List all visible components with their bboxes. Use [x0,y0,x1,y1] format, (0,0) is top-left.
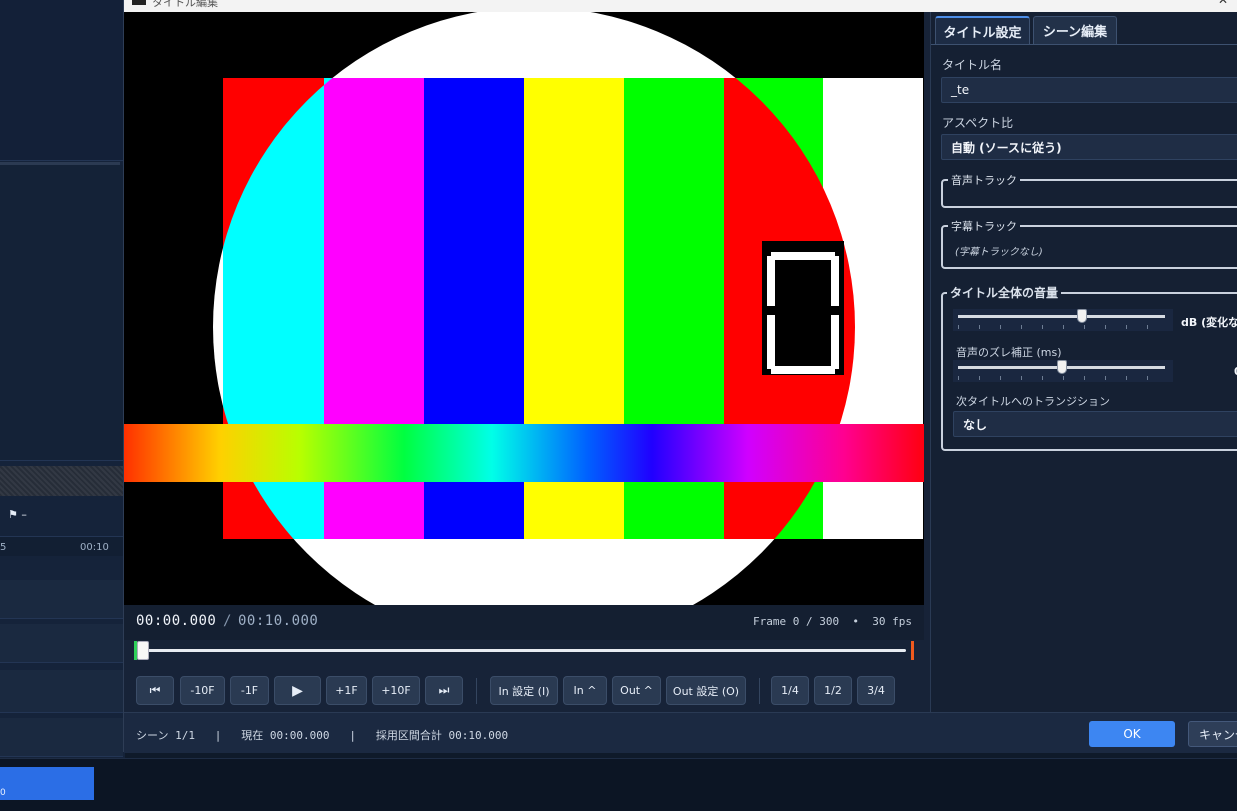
minus-10-frames-button[interactable]: -10F [180,676,225,705]
background-app: ⚑ – 5 00:10 [0,0,125,810]
transition-label: 次タイトルへのトランジション [956,395,1110,408]
seek-track[interactable] [140,649,906,652]
bg-panel [0,0,123,161]
dialog-titlebar[interactable]: タイトル編集 ✕ [124,0,1237,12]
transition-value: なし [963,417,988,432]
bg-timeline-clip[interactable]: 0 [0,767,94,800]
time-display-row: 00:00.000 / 00:10.000 Frame 0 / 300 • 30… [124,605,924,640]
ok-button[interactable]: OK [1089,721,1175,747]
bg-timeline-ruler: 5 00:10 [0,537,123,556]
title-volume-label: タイトル全体の音量 [947,284,1062,301]
av-offset-slider-knob[interactable] [1056,360,1067,374]
bg-track-row [0,718,123,757]
jump-three-quarter-button[interactable]: 3/4 [857,676,895,705]
plus-1-frame-button[interactable]: +1F [326,676,367,705]
settings-panel: タイトル設定 シーン編集 タイトル名 _te アスペクト比 自動 (ソースに従う… [930,12,1237,712]
subtitle-track-label: 字幕トラック [948,218,1020,234]
volume-unit: dB (変化なし) [1181,316,1237,329]
jump-to-out-button[interactable]: Out ^ [612,676,661,705]
transition-select[interactable]: なし [953,411,1237,437]
av-offset-slider[interactable] [953,360,1173,382]
bg-track-row [0,624,123,663]
bg-clip-label: 0 [0,788,6,798]
controls-divider [759,678,760,704]
title-edit-dialog: タイトル編集 ✕ 00:00.000 / 00:10.000 Frame 0 /… [123,0,1237,753]
test-pattern-frame [124,12,924,605]
plus-10-frames-button[interactable]: +10F [372,676,420,705]
bg-ruler-tick: 00:10 [80,542,109,553]
out-point-marker[interactable] [911,641,914,660]
volume-slider[interactable] [953,309,1173,331]
skip-to-end-button[interactable]: ⏭ [425,676,463,705]
time-separator: / [223,613,232,629]
dialog-title: タイトル編集 [152,0,218,9]
volume-slider-rail [958,315,1165,318]
bg-hatched-track [0,466,123,496]
bg-track-row [0,670,123,713]
av-offset-slider-ticks [958,376,1165,380]
tab-scene-edit[interactable]: シーン編集 [1033,16,1117,44]
set-in-point-button[interactable]: In 設定 (I) [490,676,558,705]
bg-flag-label[interactable]: ⚑ – [8,508,27,521]
aspect-ratio-label: アスペクト比 [942,116,1014,130]
aspect-ratio-value: 自動 (ソースに従う) [951,140,1062,155]
bg-bottom-timeline [0,758,1237,811]
bg-panel-lower [0,165,123,461]
video-preview[interactable] [124,12,924,605]
skip-to-end-icon: ⏭ [438,683,450,697]
subtitle-track-value: (字幕トラックなし) [955,247,1043,258]
seek-handle[interactable] [137,641,149,660]
volume-slider-knob[interactable] [1077,309,1088,323]
skip-to-start-icon: ⏮ [149,683,161,697]
audio-track-label: 音声トラック [948,172,1020,188]
controls-divider [476,678,477,704]
app-icon [132,0,146,5]
aspect-ratio-select[interactable]: 自動 (ソースに従う) [941,134,1237,160]
scene-status: シーン 1/1 | 現在 00:00.000 | 採用区間合計 00:10.00… [136,729,509,742]
bg-ruler-tick: 5 [0,542,7,553]
minus-1-frame-button[interactable]: -1F [230,676,269,705]
title-name-value: _te [951,83,970,97]
seek-bar[interactable] [134,640,914,662]
tab-divider [931,44,1237,45]
total-time: 00:10.000 [238,613,319,629]
bg-toolbar: ⚑ – [0,500,123,537]
set-out-point-button[interactable]: Out 設定 (O) [666,676,746,705]
playback-controls: ⏮ -10F -1F ▶ +1F +10F ⏭ In 設定 (I) In ^ O… [136,676,916,706]
jump-to-in-button[interactable]: In ^ [563,676,607,705]
title-name-input[interactable]: _te [941,77,1237,103]
skip-to-start-button[interactable]: ⏮ [136,676,174,705]
current-time: 00:00.000 [136,613,217,629]
play-icon: ▶ [292,682,303,699]
dialog-status-bar: シーン 1/1 | 現在 00:00.000 | 採用区間合計 00:10.00… [124,712,1237,753]
bg-track-row [0,580,123,619]
frame-info: Frame 0 / 300 • 30 fps [753,615,912,628]
tab-title-settings[interactable]: タイトル設定 [935,16,1030,44]
av-offset-label: 音声のズレ補正 (ms) [956,346,1062,359]
cancel-button[interactable]: キャンセル [1188,721,1237,747]
title-name-label: タイトル名 [942,58,1003,72]
jump-half-button[interactable]: 1/2 [814,676,852,705]
play-button[interactable]: ▶ [274,676,321,705]
jump-quarter-button[interactable]: 1/4 [771,676,809,705]
volume-slider-ticks [958,325,1165,329]
close-icon[interactable]: ✕ [1218,0,1228,7]
